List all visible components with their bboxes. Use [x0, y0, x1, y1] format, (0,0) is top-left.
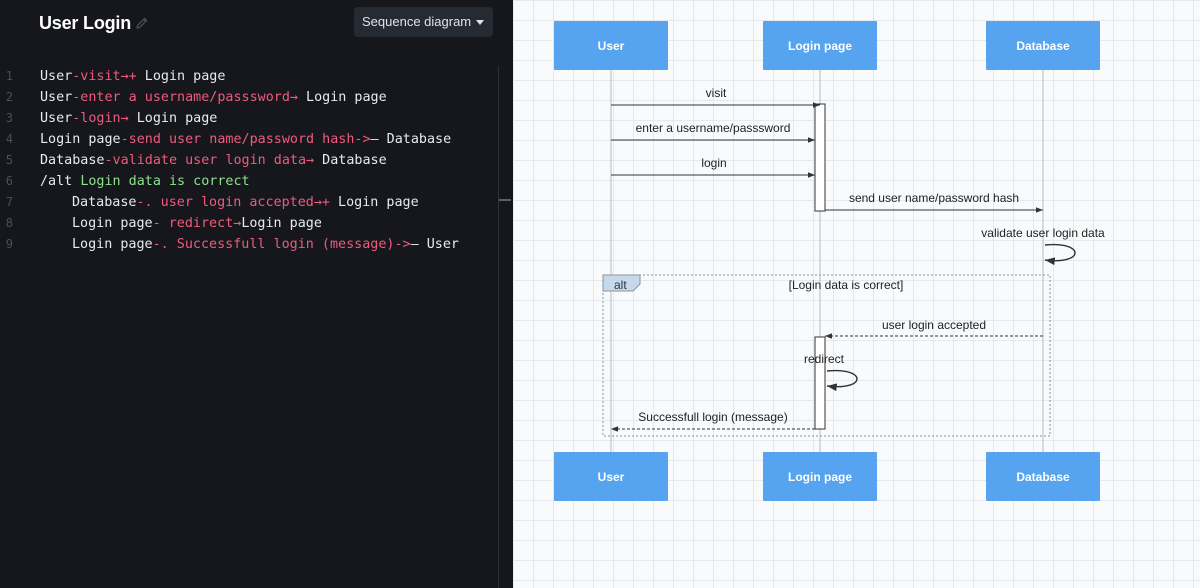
editor-panel: User Login Sequence diagram 1 User-visit→… [0, 0, 513, 588]
code-text: User-visit→+ Login page [40, 66, 225, 87]
diagram-type-select[interactable]: Sequence diagram [354, 7, 493, 37]
participant-label: User [598, 470, 625, 484]
code-editor[interactable]: 1 User-visit→+ Login page 2 User-enter a us… [0, 66, 498, 255]
code-message-token: -login→ [72, 111, 129, 126]
code-condition-token: Login data is correct [80, 174, 250, 189]
code-text: Login page- redirect→Login page [72, 213, 322, 234]
code-participant-token: User [40, 90, 73, 105]
code-message-token: -send user name/password hash-> [120, 132, 371, 147]
code-participant-token: Login page [241, 216, 322, 231]
sequence-diagram: alt [Login data is correct] visit enter a u… [554, 21, 1105, 501]
code-participant-token: Login page [128, 111, 218, 126]
participant-label: Login page [788, 39, 852, 53]
code-participant-token: Login page [40, 132, 121, 147]
line-number: 1 [5, 69, 13, 83]
code-line[interactable]: 1 User-visit→+ Login page [0, 66, 498, 87]
code-line[interactable]: 2 User-enter a username/passsword→ Login … [0, 87, 498, 108]
code-participant-token: /alt [40, 174, 81, 189]
participant-label: Database [1016, 39, 1070, 53]
code-participant-token: Login page [329, 195, 419, 210]
line-number: 6 [5, 174, 13, 188]
message-label: enter a username/passsword [636, 121, 791, 135]
self-message-loop [826, 369, 858, 392]
code-text: User-enter a username/passsword→ Login p… [40, 87, 387, 108]
activation-bar [814, 103, 826, 212]
editor-gutter-divider [498, 66, 499, 588]
code-participant-token: Login page [136, 69, 226, 84]
code-participant-token: Login page [72, 237, 153, 252]
participant-label: User [598, 39, 625, 53]
edit-title-icon[interactable] [135, 16, 149, 30]
code-line[interactable]: 5 Database-validate user login data→ Data… [0, 150, 498, 171]
panel-resize-handle[interactable] [499, 199, 511, 201]
code-text: Login page-. Successfull login (message)… [72, 234, 459, 255]
code-line[interactable]: 7 Database-. user login accepted→+ Login … [0, 192, 498, 213]
code-message-token: -validate user login data→ [104, 153, 315, 168]
code-message-token: -. user login accepted→+ [136, 195, 330, 210]
line-number: 2 [5, 90, 13, 104]
line-number: 4 [5, 132, 13, 146]
code-line[interactable]: 9 Login page-. Successfull login (message… [0, 234, 498, 255]
code-participant-token: — Database [370, 132, 452, 147]
code-participant-token: Login page [297, 90, 387, 105]
code-text: User-login→ Login page [40, 108, 217, 129]
code-participant-token: User [40, 69, 73, 84]
code-participant-token: Database [72, 195, 137, 210]
activation-bar [814, 336, 826, 430]
line-number: 9 [5, 237, 13, 251]
code-message-token: -visit→+ [72, 69, 137, 84]
code-text: /alt Login data is correct [40, 171, 250, 192]
code-text: Database-validate user login data→ Datab… [40, 150, 387, 171]
code-text: Database-. user login accepted→+ Login p… [72, 192, 419, 213]
message-label: redirect [804, 352, 845, 366]
message-label: validate user login data [981, 226, 1105, 240]
line-number: 3 [5, 111, 13, 125]
chevron-down-icon [476, 20, 484, 25]
self-message-loop [1044, 243, 1076, 266]
code-message-token: -enter a username/passsword→ [72, 90, 298, 105]
code-participant-token: Database [40, 153, 105, 168]
diagram-type-value: Sequence diagram [362, 14, 472, 29]
line-number: 7 [5, 195, 13, 209]
code-participant-token: — User [410, 237, 459, 252]
code-message-token: - redirect→ [152, 216, 242, 231]
line-number: 8 [5, 216, 13, 230]
message-label: user login accepted [882, 318, 986, 332]
diagram-canvas[interactable]: alt [Login data is correct] visit enter a u… [513, 0, 1200, 588]
message-label: Successfull login (message) [638, 410, 787, 424]
diagram-title[interactable]: User Login [39, 13, 131, 34]
code-message-token: -. Successfull login (message)-> [152, 237, 411, 252]
message-label: visit [706, 86, 727, 100]
alt-keyword: alt [614, 278, 627, 292]
message-label: send user name/password hash [849, 191, 1019, 205]
code-participant-token: User [40, 111, 73, 126]
alt-condition: [Login data is correct] [789, 278, 904, 292]
code-line[interactable]: 6/alt Login data is correct [0, 171, 498, 192]
code-line[interactable]: 8 Login page- redirect→Login page [0, 213, 498, 234]
code-participant-token: Login page [72, 216, 153, 231]
code-line[interactable]: 3 User-login→ Login page [0, 108, 498, 129]
message-label: login [701, 156, 726, 170]
code-line[interactable]: 4 Login page-send user name/password hash… [0, 129, 498, 150]
code-participant-token: Database [314, 153, 387, 168]
participant-label: Login page [788, 470, 852, 484]
participant-label: Database [1016, 470, 1070, 484]
line-number: 5 [5, 153, 13, 167]
code-text: Login page-send user name/password hash-… [40, 129, 451, 150]
